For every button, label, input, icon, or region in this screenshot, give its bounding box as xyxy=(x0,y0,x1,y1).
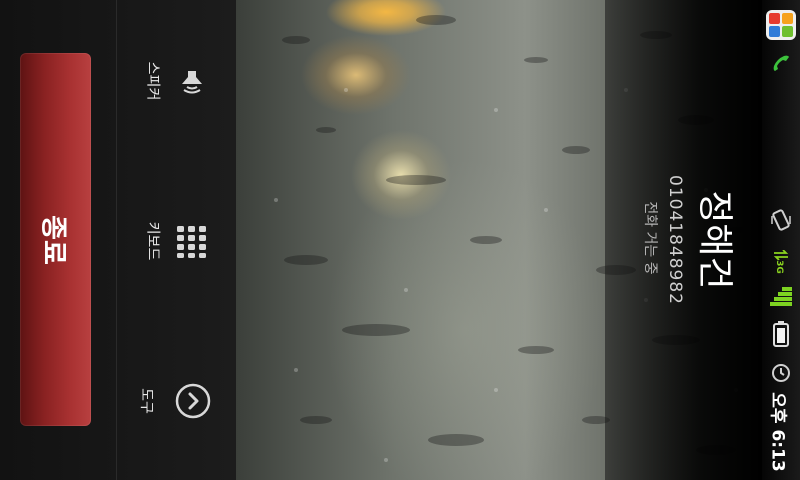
call-status: 전화 거는 중 xyxy=(642,201,658,275)
network-type-indicator: 3G xyxy=(769,260,789,274)
alarm-icon xyxy=(762,360,800,386)
end-call-button[interactable]: 종료 xyxy=(20,53,91,426)
end-call-label: 종료 xyxy=(37,214,68,265)
active-call-icon xyxy=(762,50,800,76)
panel-divider xyxy=(116,0,117,480)
keypad-button[interactable]: 키보드 xyxy=(118,166,236,316)
battery-icon xyxy=(762,318,800,350)
speaker-button[interactable]: 스피커 xyxy=(118,6,236,156)
call-action-panel: 종료 스피커 키보드 도구 xyxy=(0,0,236,480)
status-time: 오후 6:13 xyxy=(767,392,788,472)
keypad-label: 키보드 xyxy=(144,221,161,261)
speaker-icon xyxy=(182,71,202,94)
contact-name: 정해건 xyxy=(694,190,735,290)
chevron-right-circle-icon xyxy=(175,383,211,419)
network-type-label: 3G xyxy=(774,260,784,274)
speaker-label: 스피커 xyxy=(144,61,161,101)
phone-number: 01041848982 xyxy=(665,175,685,305)
signal-icon xyxy=(762,282,800,310)
tools-button[interactable]: 도구 xyxy=(118,326,236,476)
vibrate-icon xyxy=(762,205,800,235)
keypad-icon xyxy=(177,226,206,258)
app-launcher-icon[interactable] xyxy=(762,8,800,42)
tools-label: 도구 xyxy=(137,388,154,414)
